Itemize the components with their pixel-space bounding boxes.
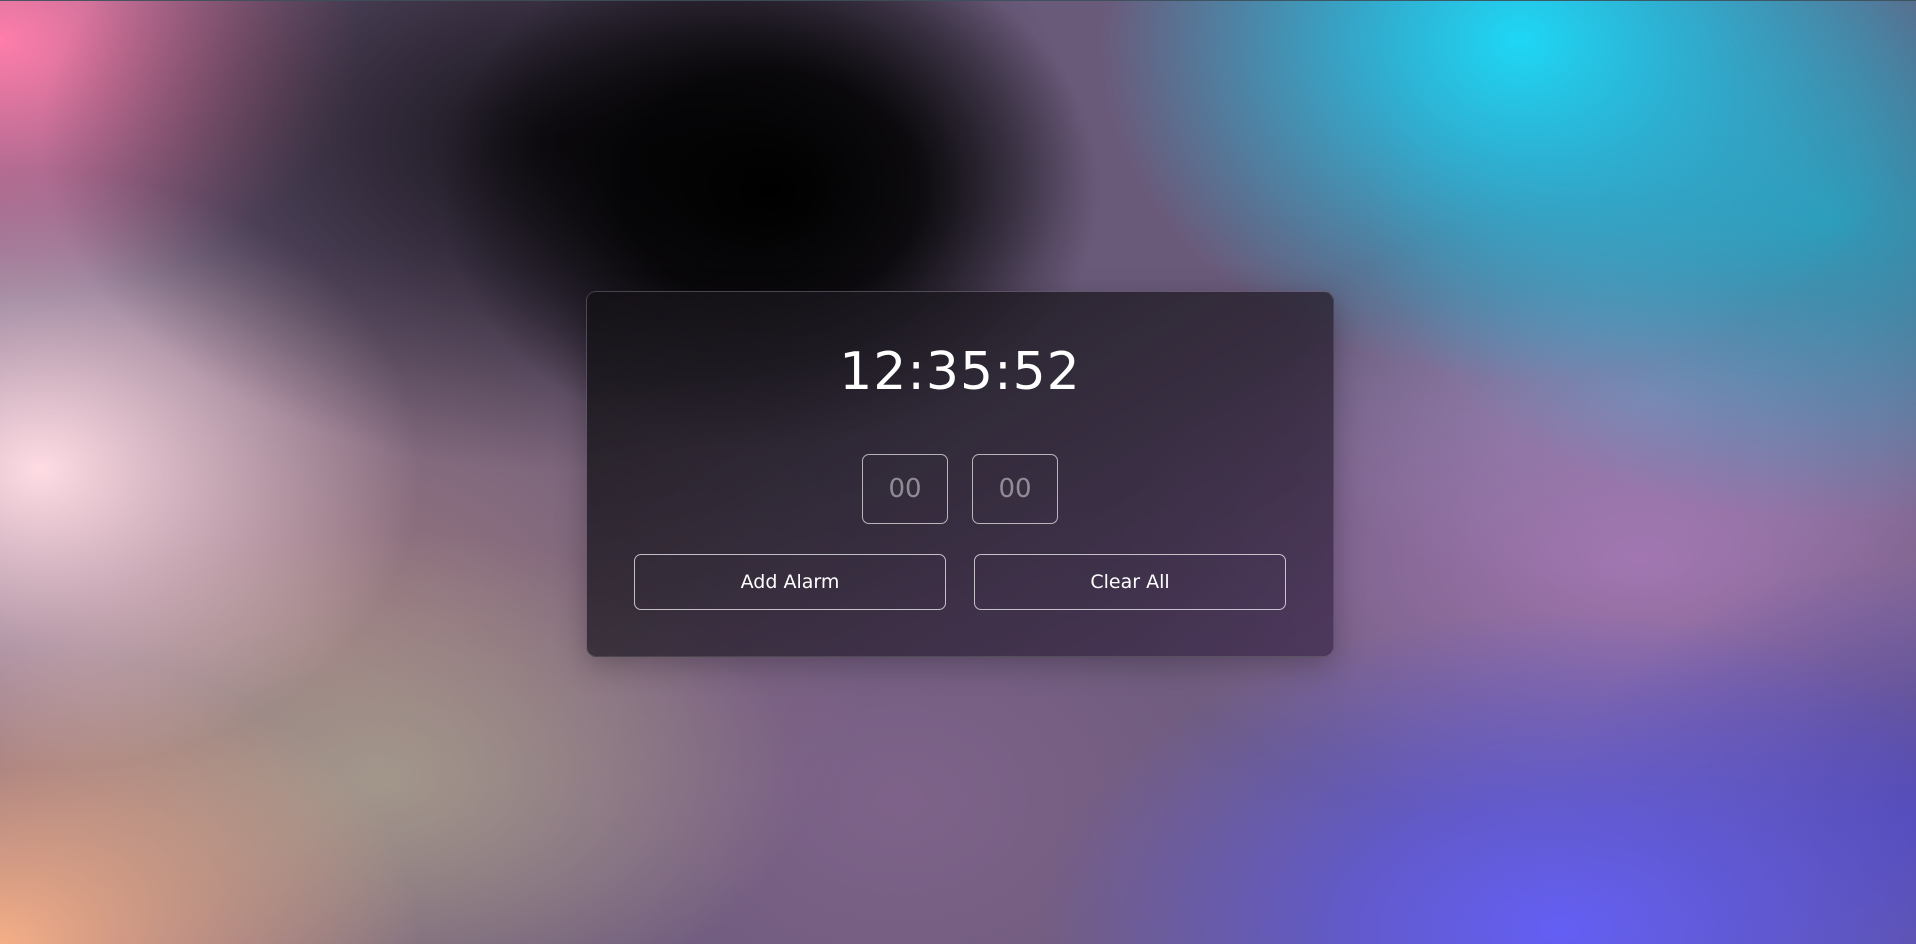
hour-input[interactable] [862, 454, 948, 524]
alarm-clock-card: 12:35:52 Add Alarm Clear All [586, 291, 1334, 657]
top-border-line [0, 0, 1916, 1]
add-alarm-button[interactable]: Add Alarm [634, 554, 946, 610]
clear-all-button[interactable]: Clear All [974, 554, 1286, 610]
minute-input[interactable] [972, 454, 1058, 524]
current-time-display: 12:35:52 [839, 342, 1081, 402]
